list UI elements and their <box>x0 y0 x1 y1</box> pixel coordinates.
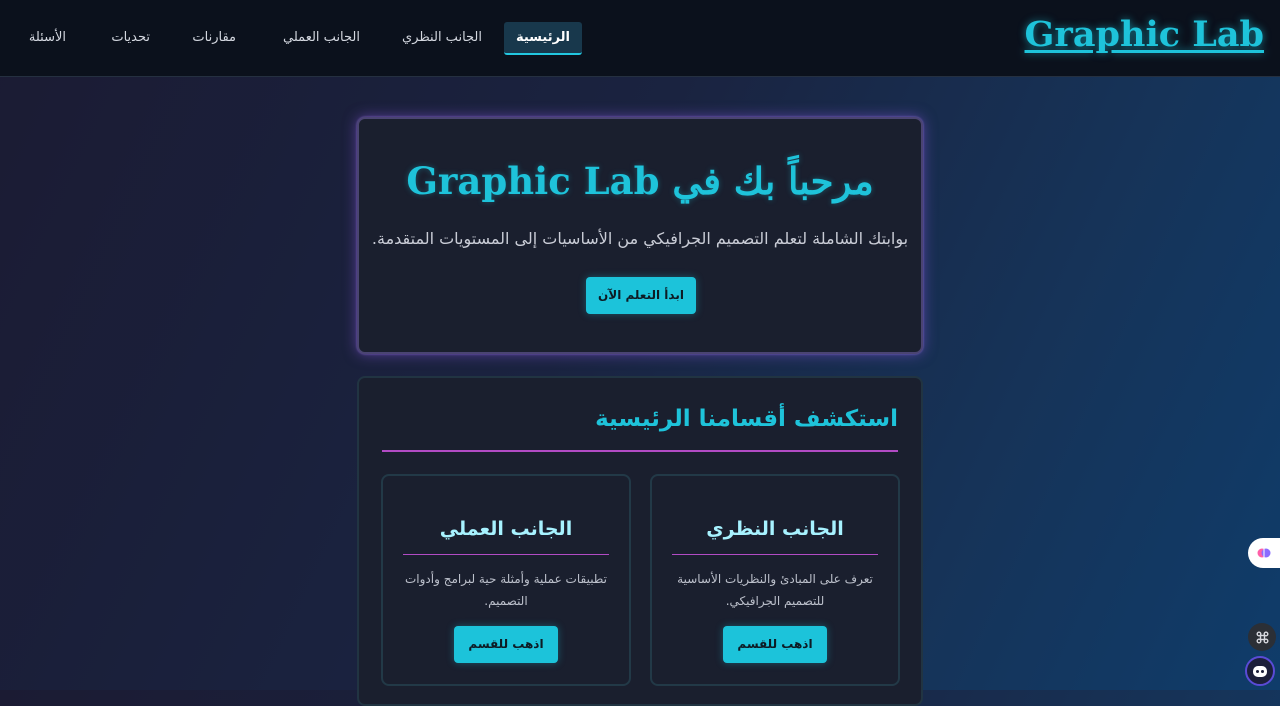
card-description: تطبيقات عملية وأمثلة حية لبرامج وأدوات ا… <box>404 572 607 608</box>
nav-item-practice[interactable]: الجانب العملي <box>283 22 360 53</box>
nav-item-challenges[interactable]: تحديات <box>111 22 150 53</box>
card-divider <box>672 554 878 555</box>
card-divider <box>403 554 609 555</box>
sections-divider <box>382 450 898 452</box>
chatbot-icon[interactable] <box>1245 656 1275 686</box>
hero-title: مرحباً بك في Graphic Lab <box>406 159 874 203</box>
nav-item-theory[interactable]: الجانب النظري <box>402 22 482 53</box>
card-description: تعرف على المبادئ والنظريات الأساسية للتص… <box>677 572 873 608</box>
nav-item-comparisons[interactable]: مقارنات <box>192 22 236 53</box>
hero-card: مرحباً بك في Graphic Lab بوابتك الشاملة … <box>357 117 923 354</box>
nav-item-questions[interactable]: الأسئلة <box>29 22 66 53</box>
command-icon[interactable] <box>1248 623 1276 651</box>
brain-icon[interactable] <box>1248 538 1280 568</box>
top-navbar: Graphic Lab الرئيسية الجانب النظري الجان… <box>0 0 1280 77</box>
start-learning-button[interactable]: ابدأ التعلم الآن <box>586 277 696 314</box>
card-title: الجانب العملي <box>439 518 573 540</box>
nav-item-home[interactable]: الرئيسية <box>503 22 582 55</box>
main-sections-panel: استكشف أقسامنا الرئيسية الجانب النظري تع… <box>357 376 923 706</box>
site-logo[interactable]: Graphic Lab <box>1025 14 1264 55</box>
card-theory: الجانب النظري تعرف على المبادئ والنظريات… <box>650 474 900 686</box>
hero-subtitle: بوابتك الشاملة لتعلم التصميم الجرافيكي م… <box>371 229 909 248</box>
card-practice: الجانب العملي تطبيقات عملية وأمثلة حية ل… <box>381 474 631 686</box>
sections-title: استكشف أقسامنا الرئيسية <box>595 406 898 432</box>
card-title: الجانب النظري <box>706 518 844 540</box>
go-to-theory-button[interactable]: اذهب للقسم <box>723 626 827 663</box>
go-to-practice-button[interactable]: اذهب للقسم <box>454 626 558 663</box>
